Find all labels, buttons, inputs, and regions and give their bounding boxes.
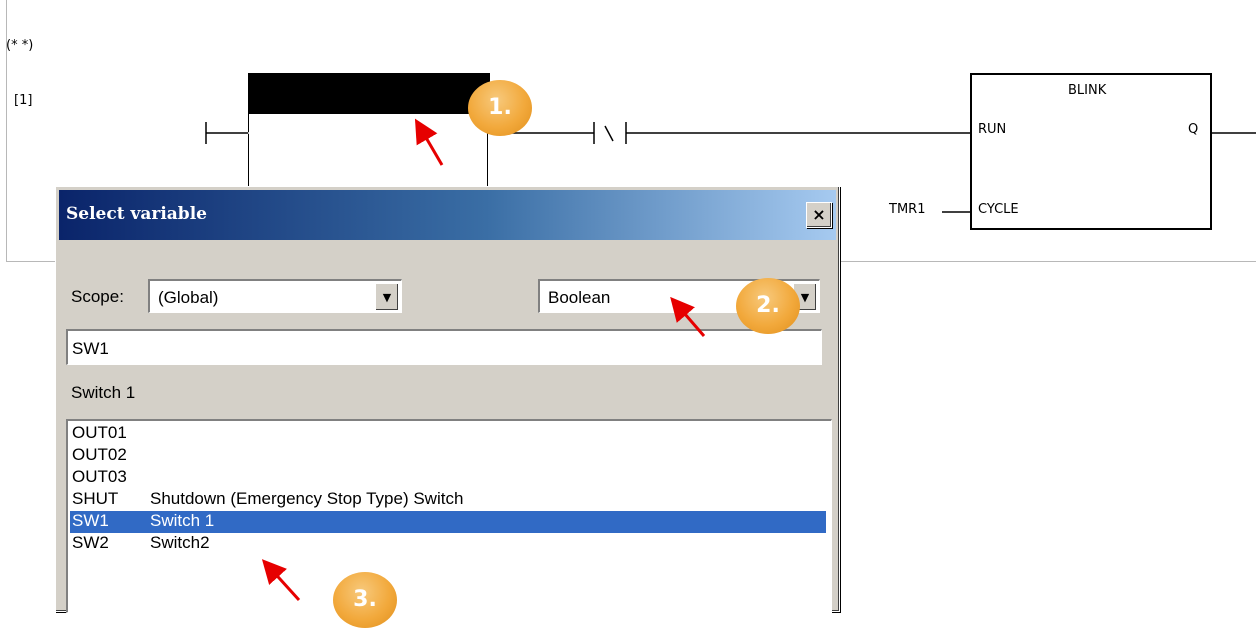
list-item[interactable]: SHUT Shutdown (Emergency Stop Type) Swit… [70,489,826,511]
list-item-name: OUT01 [72,423,127,442]
list-item-desc: Switch 1 [150,511,215,530]
scope-label: Scope: [71,287,124,306]
list-item-desc: Shutdown (Emergency Stop Type) Switch [150,489,464,508]
list-item-name: SHUT [72,489,119,508]
list-item-name: OUT03 [72,467,127,486]
list-item-selected[interactable]: SW1 Switch 1 [70,511,826,533]
variable-list[interactable]: OUT01 OUT02 OUT03 SHUT Shutdown (Emergen… [66,419,832,613]
fb-name: BLINK [1068,83,1107,98]
close-button[interactable]: × [806,202,832,228]
list-item[interactable]: OUT01 [70,423,826,445]
list-item-name: SW2 [72,533,109,552]
scope-value: (Global) [158,288,219,307]
scope-dropdown[interactable]: (Global) ▼ [148,279,402,313]
list-item[interactable]: OUT03 [70,467,826,489]
variable-name-input[interactable]: SW1 [66,329,822,365]
list-item-desc: Switch2 [150,533,210,552]
callout-3: 3. [333,572,397,628]
fb-output-q: Q [1188,122,1199,137]
cycle-variable-label: TMR1 [889,202,926,217]
blink-function-block[interactable]: BLINK RUN Q CYCLE [970,73,1212,230]
list-item-name: SW1 [72,511,109,530]
list-item[interactable]: OUT02 [70,445,826,467]
fb-input-run: RUN [978,122,1007,137]
variable-description: Switch 1 [71,383,136,402]
list-item[interactable]: SW2 Switch2 [70,533,826,555]
dialog-titlebar[interactable]: Select variable × [59,190,836,240]
select-variable-dialog: Select variable × Scope: (Global) ▼ ▭ ∿ … [55,186,840,613]
callout-2: 2. [736,278,800,334]
variable-name-value: SW1 [72,339,109,358]
chevron-down-icon[interactable]: ▼ [375,283,399,311]
dialog-title: Select variable [66,204,207,224]
type-value: Boolean [548,288,611,307]
list-item-name: OUT02 [72,445,127,464]
callout-1: 1. [468,80,532,136]
fb-input-cycle: CYCLE [978,202,1019,217]
